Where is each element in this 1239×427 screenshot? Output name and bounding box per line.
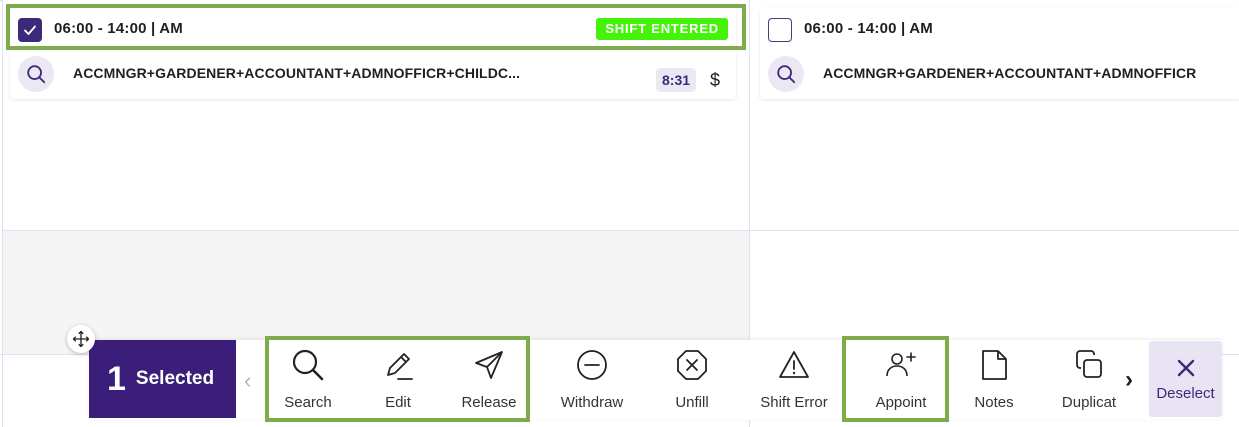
duplicate-button-label: Duplicat bbox=[1061, 394, 1117, 411]
edit-button-label: Edit bbox=[385, 394, 411, 411]
deselect-button[interactable]: Deselect bbox=[1149, 341, 1222, 417]
shift-card[interactable]: 06:00 - 14:00 | AM SHIFT ENTERED ACCMNGR… bbox=[10, 8, 736, 99]
deselect-button-label: Deselect bbox=[1156, 385, 1215, 402]
selected-count: 1 bbox=[107, 359, 126, 398]
minus-circle-icon bbox=[577, 350, 607, 380]
shift-time: 06:00 - 14:00 | AM bbox=[54, 20, 183, 37]
selected-count-box: 1 Selected bbox=[89, 340, 236, 418]
dollar-icon: $ bbox=[710, 70, 721, 90]
x-octagon-icon bbox=[677, 350, 707, 380]
shift-card-header: 06:00 - 14:00 | AM SHIFT ENTERED bbox=[10, 8, 736, 50]
shift-select-checkbox[interactable] bbox=[18, 18, 42, 42]
shift-error-button[interactable]: Shift Error bbox=[745, 340, 843, 418]
move-handle[interactable] bbox=[67, 325, 95, 353]
user-plus-icon bbox=[886, 352, 916, 377]
close-icon bbox=[1177, 359, 1194, 377]
release-button-label: Release bbox=[461, 394, 517, 411]
search-button-label: Search bbox=[284, 394, 332, 411]
notes-button[interactable]: Notes bbox=[955, 340, 1033, 418]
shift-card-header: 06:00 - 14:00 | AM bbox=[760, 8, 1239, 50]
shift-time: 06:00 - 14:00 | AM bbox=[804, 20, 933, 37]
copy-icon bbox=[1076, 350, 1102, 378]
search-button[interactable]: Search bbox=[265, 340, 351, 418]
pencil-icon bbox=[387, 353, 413, 380]
shift-roles: ACCMNGR+GARDENER+ACCOUNTANT+ADMNOFFICR+C… bbox=[73, 65, 521, 81]
shift-error-button-label: Shift Error bbox=[760, 394, 828, 411]
shift-duration-badge: 8:31 bbox=[656, 68, 697, 92]
search-icon bbox=[292, 349, 324, 381]
unfill-button[interactable]: Unfill bbox=[647, 340, 737, 418]
status-badge: SHIFT ENTERED bbox=[596, 18, 728, 40]
release-button[interactable]: Release bbox=[446, 340, 532, 418]
shift-search-button[interactable] bbox=[18, 56, 54, 92]
shift-select-checkbox[interactable] bbox=[768, 18, 792, 42]
shift-search-button[interactable] bbox=[768, 56, 804, 92]
grid-cell[interactable] bbox=[3, 230, 749, 354]
edit-button[interactable]: Edit bbox=[355, 340, 441, 418]
withdraw-button-label: Withdraw bbox=[560, 394, 624, 411]
unfill-button-label: Unfill bbox=[675, 394, 709, 411]
chevron-left-icon[interactable]: ‹ bbox=[244, 368, 251, 394]
move-icon bbox=[72, 330, 90, 348]
grid-cell[interactable] bbox=[750, 230, 1239, 354]
search-icon bbox=[777, 65, 796, 84]
chevron-right-icon[interactable]: › bbox=[1125, 366, 1133, 394]
selected-label: Selected bbox=[135, 368, 215, 389]
warning-triangle-icon bbox=[779, 351, 809, 378]
search-icon bbox=[27, 65, 46, 84]
notes-button-label: Notes bbox=[974, 394, 1014, 411]
shift-card[interactable]: 06:00 - 14:00 | AM ACCMNGR+GARDENER+ACCO… bbox=[760, 8, 1239, 99]
check-icon bbox=[24, 25, 36, 35]
shift-roles: ACCMNGR+GARDENER+ACCOUNTANT+ADMNOFFICR bbox=[823, 65, 1197, 81]
withdraw-button[interactable]: Withdraw bbox=[546, 340, 638, 418]
appoint-button-label: Appoint bbox=[875, 394, 927, 411]
duplicate-button[interactable]: Duplicat bbox=[1049, 340, 1129, 418]
send-icon bbox=[475, 351, 503, 379]
bulk-action-bar: 1 Selected ‹ Search Edit Release Withdra… bbox=[89, 336, 1222, 422]
note-icon bbox=[982, 350, 1007, 380]
appoint-button[interactable]: Appoint bbox=[852, 340, 950, 418]
